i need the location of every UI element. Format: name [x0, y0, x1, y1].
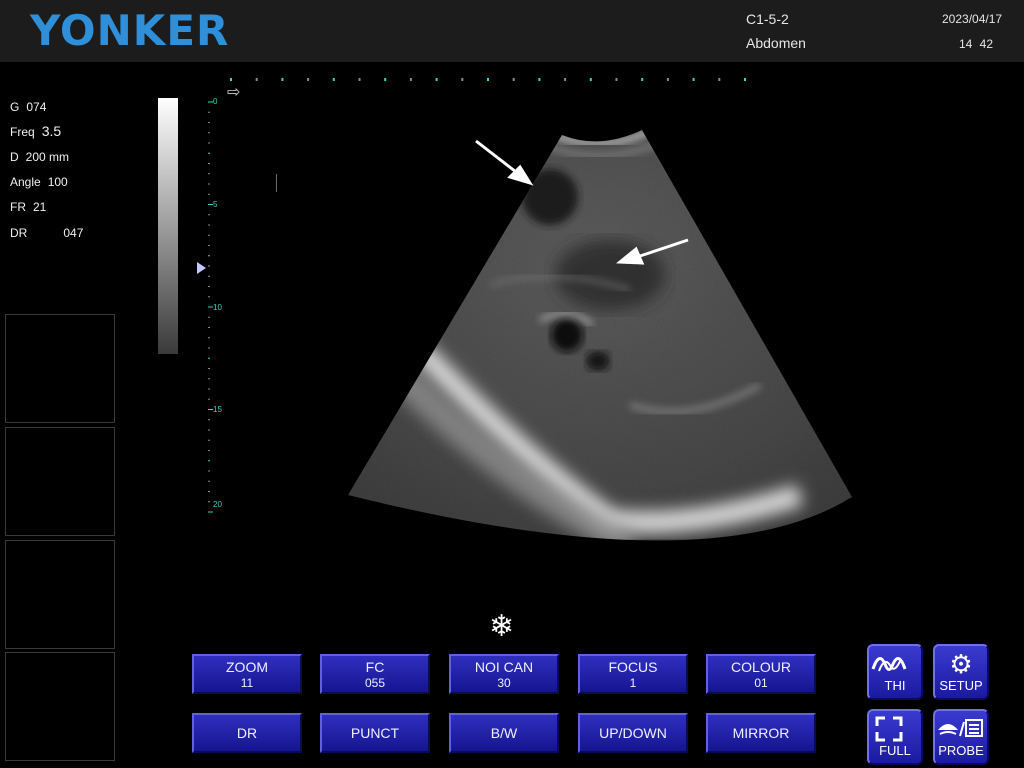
button-label: PUNCT — [350, 725, 400, 741]
param-dynamic-range: DR 047 — [10, 226, 83, 240]
arrow-right-icon: ⇨ — [227, 84, 241, 101]
lateral-tick — [255, 78, 258, 81]
lateral-tick — [435, 78, 438, 81]
param-angle: Angle 100 — [10, 175, 68, 189]
button-label: B/W — [490, 725, 518, 741]
lateral-tick — [666, 78, 669, 81]
button-label: COLOUR — [731, 659, 791, 675]
date-display: 2023/04/17 — [942, 12, 1003, 26]
param-label: FR — [10, 200, 26, 214]
lateral-tick — [718, 78, 721, 81]
probe-button[interactable]: PROBE — [933, 709, 989, 765]
lateral-tick — [538, 78, 541, 81]
param-label: D — [10, 150, 19, 164]
thi-button[interactable]: THI — [867, 644, 923, 700]
param-value: 200 mm — [25, 150, 70, 164]
depth-label-0: 0 — [213, 97, 218, 106]
top-bar: YONKER C1-5-2 Abdomen 2023/04/17 14 42 — [0, 0, 1024, 62]
thumbnail-slot-3[interactable] — [5, 540, 115, 649]
lateral-tick — [487, 78, 489, 81]
lateral-tick — [744, 78, 746, 81]
thumbnail-slot-1[interactable] — [5, 314, 115, 423]
button-value: 01 — [754, 676, 768, 690]
button-label: FOCUS — [608, 659, 658, 675]
button-label: SETUP — [939, 678, 983, 693]
puncture-button[interactable]: PUNCT — [320, 713, 430, 753]
button-label: MIRROR — [732, 725, 790, 741]
thi-wave-icon — [871, 657, 907, 672]
lateral-tick — [358, 78, 361, 81]
mirror-button[interactable]: MIRROR — [706, 713, 816, 753]
exam-preset: Abdomen — [746, 35, 806, 51]
thumbnail-slot-2[interactable] — [5, 427, 115, 536]
param-value: 047 — [63, 226, 84, 240]
lateral-tick — [692, 78, 695, 81]
param-gain: G 074 — [10, 100, 46, 114]
zoom-button[interactable]: ZOOM 11 — [192, 654, 302, 694]
setup-button[interactable]: ⚙ SETUP — [933, 644, 989, 700]
ultrasound-image — [348, 130, 852, 541]
button-label: THI — [884, 678, 906, 693]
focus-marker[interactable] — [197, 262, 206, 274]
brand-logo: YONKER — [30, 6, 230, 55]
lateral-tick — [409, 78, 412, 81]
thumbnail-slot-4[interactable] — [5, 652, 115, 761]
lateral-tick — [461, 78, 464, 81]
noise-cancel-button[interactable]: NOI CAN 30 — [449, 654, 559, 694]
gear-icon: ⚙ — [949, 649, 973, 679]
lateral-tick — [564, 78, 567, 81]
depth-label-5: 5 — [213, 200, 218, 209]
lateral-tick — [641, 78, 644, 81]
depth-label-10: 10 — [213, 303, 222, 312]
probe-icon — [938, 719, 983, 737]
cursor-marker — [276, 174, 277, 192]
lateral-tick — [512, 78, 515, 81]
bw-button[interactable]: B/W — [449, 713, 559, 753]
lateral-tick — [281, 78, 284, 81]
button-label: PROBE — [938, 743, 984, 758]
fc-button[interactable]: FC 055 — [320, 654, 430, 694]
param-label: G — [10, 100, 20, 114]
depth-label-15: 15 — [213, 405, 222, 414]
fullscreen-icon — [875, 716, 903, 742]
button-label: NOI CAN — [474, 659, 534, 675]
button-label: ZOOM — [226, 659, 268, 675]
depth-label-20: 20 — [213, 500, 222, 509]
colour-button[interactable]: COLOUR 01 — [706, 654, 816, 694]
lateral-tick — [615, 78, 618, 81]
param-frequency: Freq 3.5 — [10, 123, 61, 139]
lateral-tick — [384, 78, 387, 81]
param-depth: D 200 mm — [10, 150, 69, 164]
time-display: 14 42 — [959, 37, 994, 51]
button-label: FC — [365, 659, 385, 675]
button-label: FULL — [879, 743, 911, 758]
lateral-tick — [332, 78, 335, 81]
button-value: 30 — [497, 676, 511, 690]
button-value: 055 — [364, 676, 386, 690]
lateral-tick — [589, 78, 592, 81]
button-value: 11 — [240, 676, 254, 690]
grayscale-bar — [158, 98, 178, 354]
button-value: 1 — [629, 676, 637, 690]
dr-button[interactable]: DR — [192, 713, 302, 753]
param-value: 074 — [26, 100, 47, 114]
focus-button[interactable]: FOCUS 1 — [578, 654, 688, 694]
lateral-tick — [230, 78, 232, 81]
snowflake-icon: ❄ — [489, 610, 515, 643]
param-frame-rate: FR 21 — [10, 200, 46, 214]
param-value: 21 — [33, 200, 47, 214]
param-value: 100 — [47, 175, 68, 189]
param-label: Angle — [10, 175, 41, 189]
full-screen-button[interactable]: FULL — [867, 709, 923, 765]
up-down-button[interactable]: UP/DOWN — [578, 713, 688, 753]
probe-name: C1-5-2 — [746, 11, 789, 27]
param-value: 3.5 — [41, 123, 62, 139]
param-label: Freq — [10, 125, 35, 139]
param-label: DR — [10, 226, 28, 240]
lateral-tick — [307, 78, 310, 81]
annotation-arrow — [475, 139, 534, 186]
button-label: UP/DOWN — [599, 725, 667, 741]
lateral-scale — [230, 78, 746, 81]
button-label: DR — [236, 725, 258, 741]
